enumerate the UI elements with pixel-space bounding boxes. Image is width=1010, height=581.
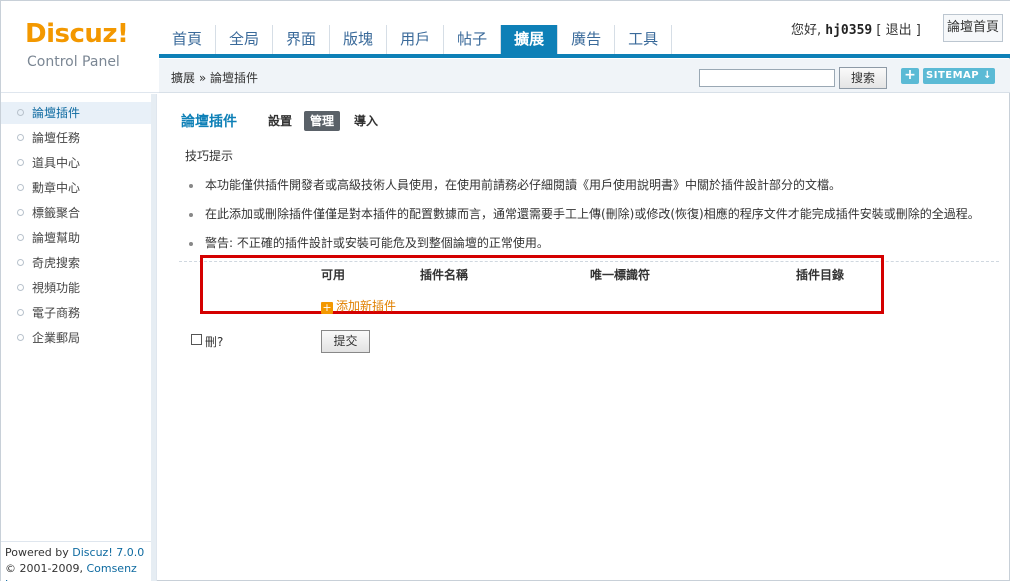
tip-text: 在此添加或刪除插件僅僅是對本插件的配置數據而言，通常還需要手工上傳(刪除)或修改…: [205, 207, 980, 221]
footer: Powered by Discuz! 7.0.0 © 2001-2009, Co…: [5, 545, 156, 581]
tab-import[interactable]: 導入: [348, 111, 384, 131]
greeting-text: 您好,: [791, 23, 822, 38]
nav-item-posts[interactable]: 帖子: [444, 25, 502, 56]
bullet-icon: [17, 259, 24, 266]
nav-item-global[interactable]: 全局: [216, 25, 274, 56]
bullet-icon: [17, 309, 24, 316]
sidebar-item-medals[interactable]: 勳章中心: [1, 177, 151, 199]
sidebar-item-label: 勳章中心: [32, 181, 81, 195]
logo-subtitle: Control Panel: [27, 54, 120, 70]
sidebar-edge: [151, 94, 156, 581]
bullet-icon: [17, 159, 24, 166]
sitemap-button[interactable]: SITEMAP ↓: [923, 68, 995, 84]
tip-text: 警告: 不正確的插件設計或安裝可能危及到整個論壇的正常使用。: [205, 236, 549, 250]
search-button[interactable]: 搜索: [839, 67, 887, 89]
sidebar-item-tags[interactable]: 標籤聚合: [1, 202, 151, 224]
bullet-icon: [17, 234, 24, 241]
breadcrumb: 擴展 » 論壇插件: [171, 71, 258, 85]
main-nav: 首頁 全局 界面 版塊 用戶 帖子 擴展 廣告 工具: [159, 25, 673, 56]
column-header-directory: 插件目錄: [796, 268, 845, 282]
sidebar-item-tasks[interactable]: 論壇任務: [1, 127, 151, 149]
sidebar-item-video[interactable]: 視頻功能: [1, 277, 151, 299]
submit-button[interactable]: 提交: [321, 330, 370, 353]
bullet-icon: [17, 334, 24, 341]
tip-text: 本功能僅供插件開發者或高級技術人員使用，在使用前請務必仔細閱讀《用戶使用說明書》…: [205, 178, 842, 192]
sidebar-item-label: 論壇幫助: [32, 231, 81, 245]
forum-home-button[interactable]: 論壇首頁: [943, 14, 1003, 42]
page-title: 論壇插件: [181, 114, 237, 130]
footer-brand-link[interactable]: Discuz! 7.0.0: [72, 546, 144, 559]
add-icon: +: [321, 301, 333, 314]
column-header-enabled: 可用: [321, 268, 346, 282]
plus-icon[interactable]: +: [901, 68, 919, 84]
control-panel-window: 首頁 全局 界面 版塊 用戶 帖子 擴展 廣告 工具 您好, hj0359 [ …: [0, 0, 1010, 581]
nav-item-interface[interactable]: 界面: [273, 25, 331, 56]
logo: Discuz! Control Panel: [1, 1, 159, 93]
column-header-plugin-name: 插件名稱: [420, 268, 469, 282]
sidebar: 論壇插件 論壇任務 道具中心 勳章中心 標籤聚合 論壇幫助 奇虎搜索 視頻功能 …: [1, 94, 157, 581]
sidebar-item-help[interactable]: 論壇幫助: [1, 227, 151, 249]
nav-item-tools[interactable]: 工具: [615, 25, 673, 56]
tip-item: 在此添加或刪除插件僅僅是對本插件的配置數據而言，通常還需要手工上傳(刪除)或修改…: [189, 205, 980, 222]
bullet-icon: [17, 209, 24, 216]
tip-item: 警告: 不正確的插件設計或安裝可能危及到整個論壇的正常使用。: [189, 234, 549, 251]
nav-item-extensions[interactable]: 擴展: [501, 25, 559, 56]
sidebar-item-plugins[interactable]: 論壇插件: [1, 102, 151, 124]
bullet-icon: [189, 212, 193, 217]
sidebar-item-label: 道具中心: [32, 156, 81, 170]
footer-powered-label: Powered by: [5, 546, 69, 559]
logo-text: Discuz!: [25, 19, 129, 49]
add-plugin-link[interactable]: + 添加新插件: [321, 297, 396, 314]
bullet-icon: [17, 284, 24, 291]
footer-copyright-label: © 2001-2009,: [5, 562, 83, 575]
sidebar-item-mail[interactable]: 企業郵局: [1, 327, 151, 349]
sidebar-item-label: 奇虎搜索: [32, 256, 81, 270]
username: hj0359: [825, 23, 873, 38]
sidebar-item-label: 標籤聚合: [32, 206, 81, 220]
sidebar-item-search[interactable]: 奇虎搜索: [1, 252, 151, 274]
bullet-icon: [17, 109, 24, 116]
sidebar-item-ecommerce[interactable]: 電子商務: [1, 302, 151, 324]
bullet-icon: [189, 183, 193, 188]
user-info: 您好, hj0359 [ 退出 ]: [791, 19, 921, 38]
sidebar-item-label: 企業郵局: [32, 331, 81, 345]
add-plugin-label: 添加新插件: [336, 299, 397, 313]
nav-underline: [159, 54, 1010, 58]
sidebar-item-label: 視頻功能: [32, 281, 81, 295]
delete-checkbox[interactable]: [191, 334, 202, 345]
bullet-icon: [189, 241, 193, 246]
sidebar-item-magic[interactable]: 道具中心: [1, 152, 151, 174]
sidebar-item-label: 論壇任務: [32, 131, 81, 145]
highlight-box: [200, 255, 884, 314]
sub-toolbar: 擴展 » 論壇插件 搜索 + SITEMAP ↓: [159, 59, 1010, 93]
delete-label: 刪?: [205, 335, 224, 349]
tips-title: 技巧提示: [185, 149, 234, 163]
sidebar-item-label: 電子商務: [32, 306, 81, 320]
column-header-identifier: 唯一標識符: [590, 268, 651, 282]
nav-item-users[interactable]: 用戶: [387, 25, 445, 56]
tab-manage[interactable]: 管理: [304, 111, 341, 131]
footer-divider: [1, 541, 151, 542]
logout-link[interactable]: [ 退出 ]: [876, 23, 920, 38]
nav-item-ads[interactable]: 廣告: [558, 25, 616, 56]
main-content: 論壇插件 設置 管理 導入 技巧提示 本功能僅供插件開發者或高級技術人員使用，在…: [169, 101, 999, 571]
bullet-icon: [17, 134, 24, 141]
search-input[interactable]: [699, 69, 835, 87]
tab-settings[interactable]: 設置: [262, 111, 298, 131]
nav-item-forums[interactable]: 版塊: [330, 25, 388, 56]
tip-item: 本功能僅供插件開發者或高級技術人員使用，在使用前請務必仔細閱讀《用戶使用說明書》…: [189, 176, 841, 193]
nav-item-home[interactable]: 首頁: [159, 25, 217, 56]
bullet-icon: [17, 184, 24, 191]
sidebar-item-label: 論壇插件: [32, 106, 81, 120]
